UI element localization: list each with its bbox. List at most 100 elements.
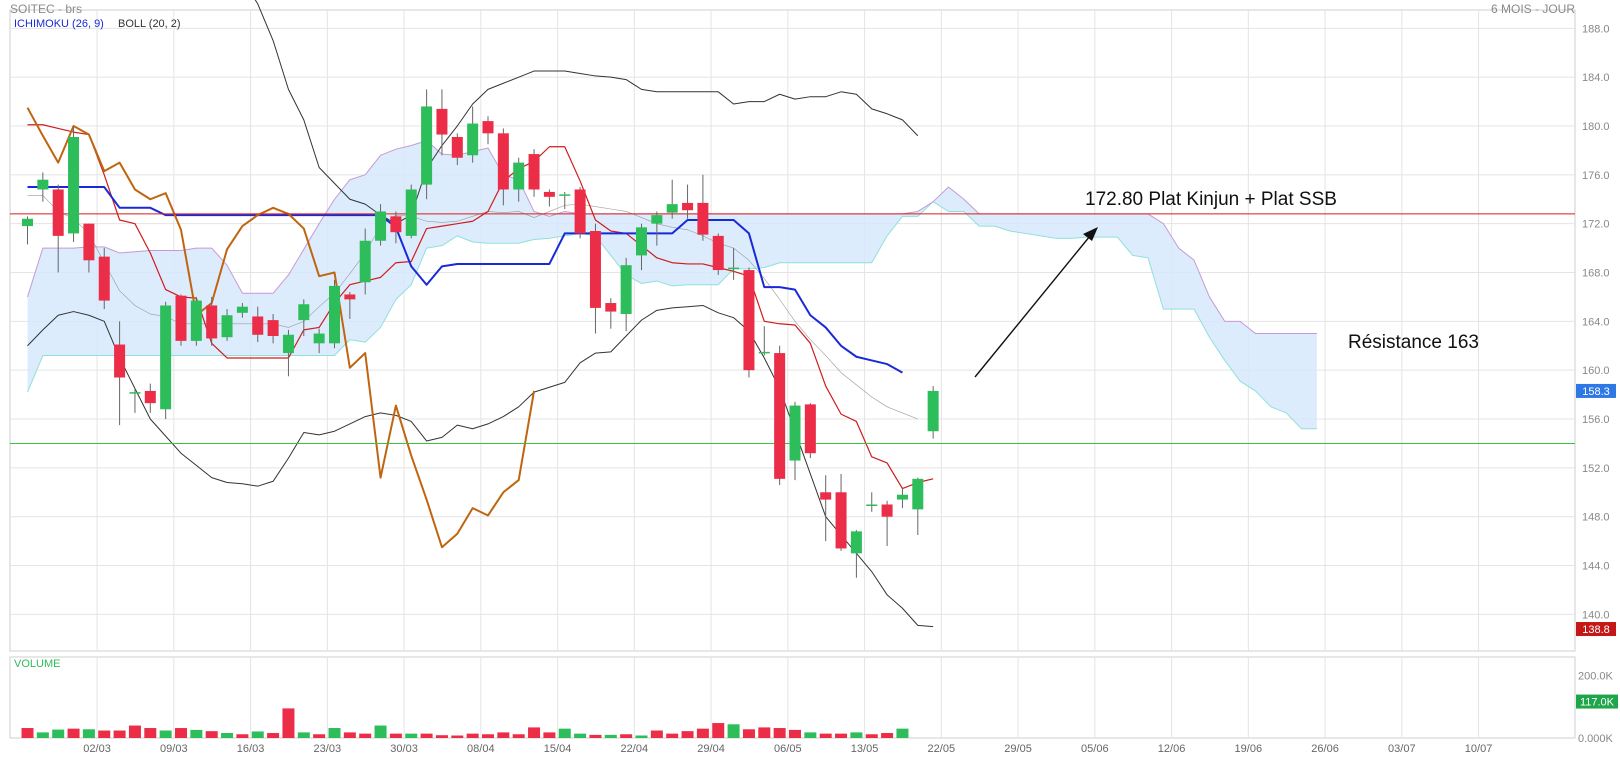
candle-body [221, 315, 233, 338]
candle-body [804, 404, 816, 454]
candle-body [252, 316, 264, 335]
candle-body [743, 270, 755, 371]
volume-bar [865, 734, 878, 738]
volume-bar [328, 728, 341, 738]
date-tick-label: 22/04 [621, 743, 649, 755]
volume-bar [359, 733, 372, 738]
volume-bar [604, 734, 617, 738]
price-tick-label: 176.0 [1582, 170, 1610, 182]
candle-body [160, 305, 172, 410]
price-tick-label: 168.0 [1582, 268, 1610, 280]
price-tick-label: 144.0 [1582, 561, 1610, 573]
candle-body [22, 218, 33, 227]
volume-bar [282, 708, 295, 738]
volume-bar [666, 733, 679, 738]
price-tick-label: 140.0 [1582, 609, 1610, 621]
candle-body [850, 531, 862, 554]
candle-body [559, 194, 571, 196]
volume-bar [758, 727, 771, 738]
price-tick-label: 148.0 [1582, 512, 1610, 524]
chart-root: 188.0 184.0 180.0 176.0 172.0 168.0 164.0 160.0… [0, 0, 1620, 758]
volume-bar [681, 731, 694, 738]
price-tick-label: 180.0 [1582, 121, 1610, 133]
volume-tick-label: 0.000K [1578, 733, 1614, 745]
period-label: 6 MOIS - JOUR [1490, 2, 1575, 16]
volume-bar [635, 735, 648, 738]
candle-body [175, 295, 187, 341]
volume-bar [36, 732, 49, 738]
date-tick-label: 23/03 [314, 743, 342, 755]
volume-bar [236, 734, 249, 738]
volume-bar [21, 728, 34, 738]
volume-bar [742, 729, 755, 738]
date-tick-label: 13/05 [851, 743, 879, 755]
candle-body [820, 492, 832, 500]
bollinger-upper-line [254, 0, 919, 225]
volume-bar [589, 734, 602, 738]
volume-bar [850, 732, 863, 738]
candle-body [574, 189, 586, 234]
price-tick-label: 184.0 [1582, 72, 1610, 84]
date-tick-label: 08/04 [467, 743, 495, 755]
annotation-arrow-line [974, 235, 1091, 378]
date-tick-label: 05/06 [1081, 743, 1109, 755]
volume-panel-frame [9, 656, 1576, 739]
candle-body [881, 504, 893, 517]
price-chart[interactable]: 188.0 184.0 180.0 176.0 172.0 168.0 164.0 160.0… [0, 0, 1620, 758]
date-tick-label: 30/03 [390, 743, 418, 755]
date-tick-label: 10/07 [1465, 743, 1493, 755]
annotation-resistance: Résistance 163 [1348, 332, 1479, 353]
candle-body [543, 191, 555, 197]
candle-body [896, 494, 908, 500]
candle-body [83, 223, 95, 261]
volume-bar [82, 729, 95, 738]
candle-body [636, 227, 647, 256]
volume-bar [389, 733, 402, 738]
volume-label: VOLUME [14, 658, 61, 670]
candle-body [697, 202, 709, 235]
candle-body [728, 267, 740, 270]
candle-body [206, 305, 218, 339]
candle-body [528, 154, 540, 190]
volume-bar [482, 734, 494, 738]
volume-bar [543, 732, 556, 738]
volume-bar [374, 725, 387, 738]
volume-bar [251, 731, 264, 738]
volume-bar [835, 733, 848, 738]
candle-body [774, 353, 786, 479]
volume-bar [804, 732, 817, 738]
volume-bar [451, 735, 464, 738]
volume-bar [221, 733, 234, 738]
volume-bar [67, 728, 80, 738]
candle-body [236, 306, 248, 313]
price-tick-label: 160.0 [1582, 365, 1610, 377]
candle-body [589, 230, 601, 308]
candle-body [144, 390, 156, 404]
candle-body [282, 334, 294, 354]
candle-body [513, 162, 525, 190]
ichimoku-indicator-label[interactable]: ICHIMOKU (26, 9) [14, 18, 104, 30]
candle-body [298, 304, 310, 321]
candle-body [497, 133, 509, 190]
volume-bar [113, 730, 126, 738]
volume-bar [819, 733, 832, 738]
volume-bar [881, 733, 894, 738]
candle-body [666, 204, 678, 213]
candle-body [620, 265, 632, 315]
volume-bar [435, 735, 448, 738]
date-tick-label: 02/03 [83, 743, 111, 755]
price-tick-label: 156.0 [1582, 414, 1610, 426]
candle-body [190, 300, 202, 341]
date-tick-label: 06/05 [774, 743, 802, 755]
volume-bar [773, 728, 786, 738]
candle-body [682, 202, 694, 211]
date-tick-label: 26/06 [1311, 743, 1339, 755]
date-tick-label: 12/06 [1158, 743, 1186, 755]
volume-bar [896, 728, 909, 738]
candle-body [344, 294, 356, 300]
date-tick-label: 19/06 [1235, 743, 1263, 755]
candle-body [451, 136, 463, 158]
candle-body [927, 390, 939, 432]
date-tick-label: 03/07 [1388, 743, 1416, 755]
bollinger-indicator-label[interactable]: BOLL (20, 2) [118, 18, 181, 30]
